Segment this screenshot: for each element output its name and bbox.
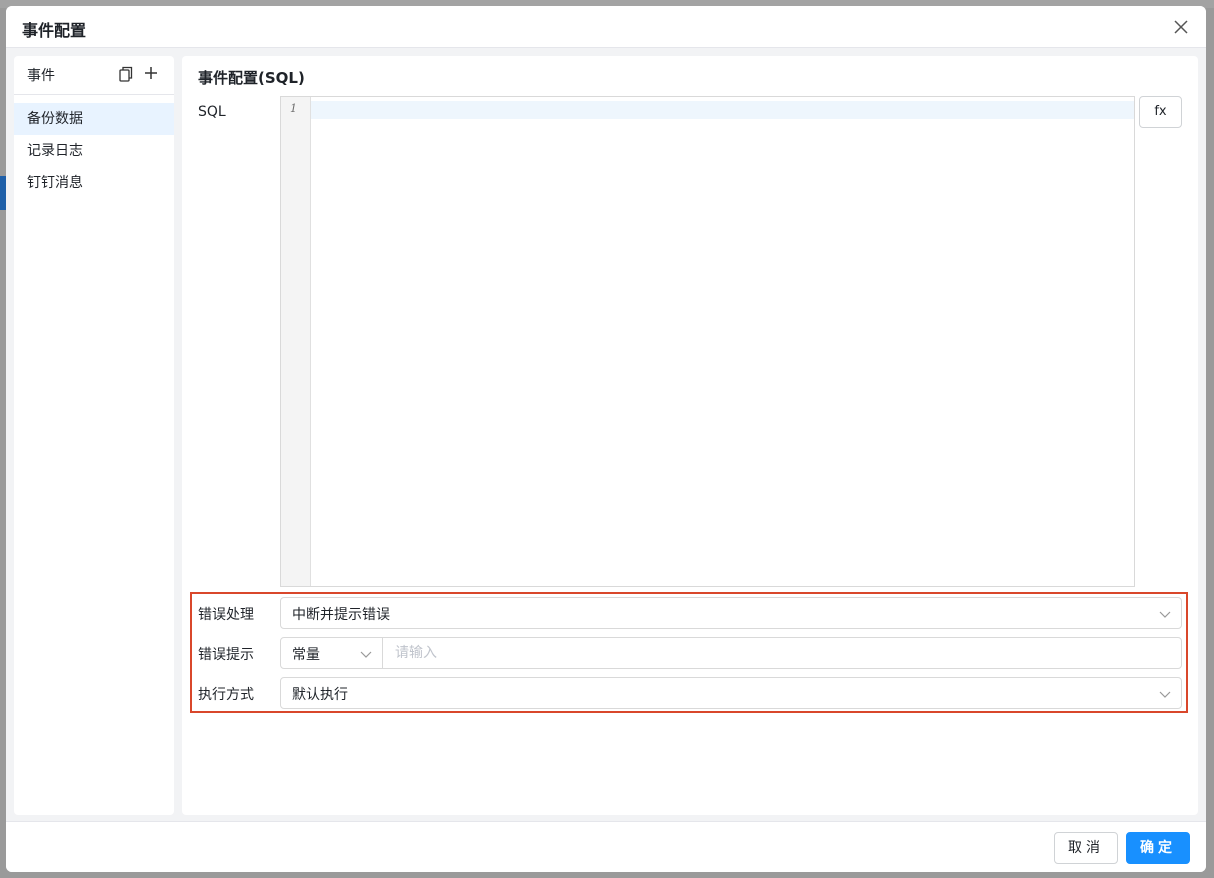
chevron-down-icon (1159, 691, 1171, 698)
error-message-label: 错误提示 (198, 647, 254, 663)
execution-mode-select[interactable]: 默认执行 (280, 677, 1182, 709)
error-message-type-value: 常量 (292, 647, 320, 663)
sql-editor[interactable]: 1 (280, 96, 1135, 587)
error-message-input[interactable] (384, 638, 1179, 668)
editor-gutter: 1 (281, 97, 311, 586)
execution-mode-value: 默认执行 (292, 687, 348, 703)
error-message-type-select[interactable]: 常量 (281, 638, 383, 668)
event-config-panel: 事件配置(SQL) SQL 1 fx 错误处理 中断并提示错误 错误提示 常量 (182, 56, 1198, 815)
error-handling-value: 中断并提示错误 (292, 607, 390, 623)
modal-title: 事件配置 (22, 21, 87, 40)
chevron-down-icon (1159, 611, 1171, 618)
modal-footer: 取消 确定 (6, 821, 1206, 872)
confirm-button[interactable]: 确定 (1126, 832, 1190, 864)
cancel-button[interactable]: 取消 (1054, 832, 1118, 864)
error-message-row: 错误提示 常量 (198, 637, 1182, 669)
error-handling-label: 错误处理 (198, 607, 254, 623)
event-list-title: 事件 (27, 68, 55, 84)
plus-icon[interactable] (143, 65, 159, 81)
event-item-dingtalk-message[interactable]: 钉钉消息 (14, 167, 174, 199)
modal-header: 事件配置 (6, 6, 1206, 48)
line-number: 1 (290, 102, 297, 115)
error-handling-row: 错误处理 中断并提示错误 (198, 597, 1182, 629)
editor-active-line[interactable] (311, 101, 1134, 119)
error-message-combo: 常量 (280, 637, 1182, 669)
close-icon (1174, 20, 1188, 34)
copy-icon[interactable] (119, 66, 133, 82)
chevron-down-icon (360, 651, 372, 658)
section-title: 事件配置(SQL) (198, 69, 305, 87)
execution-mode-row: 执行方式 默认执行 (198, 677, 1182, 709)
close-button[interactable] (1170, 16, 1192, 38)
event-item-record-log[interactable]: 记录日志 (14, 135, 174, 167)
execution-mode-label: 执行方式 (198, 687, 254, 703)
error-handling-select[interactable]: 中断并提示错误 (280, 597, 1182, 629)
event-item-backup-data[interactable]: 备份数据 (14, 103, 174, 135)
event-list-panel: 事件 备份数据 记录日志 钉钉消息 (14, 56, 174, 815)
fx-button[interactable]: fx (1139, 96, 1182, 128)
event-list-header: 事件 (14, 56, 174, 95)
event-list: 备份数据 记录日志 钉钉消息 (14, 103, 174, 199)
sql-label: SQL (198, 104, 226, 120)
event-config-modal: 事件配置 事件 备份数据 记录日志 钉钉消息 事件配置(SQL) SQL 1 f… (6, 6, 1206, 872)
